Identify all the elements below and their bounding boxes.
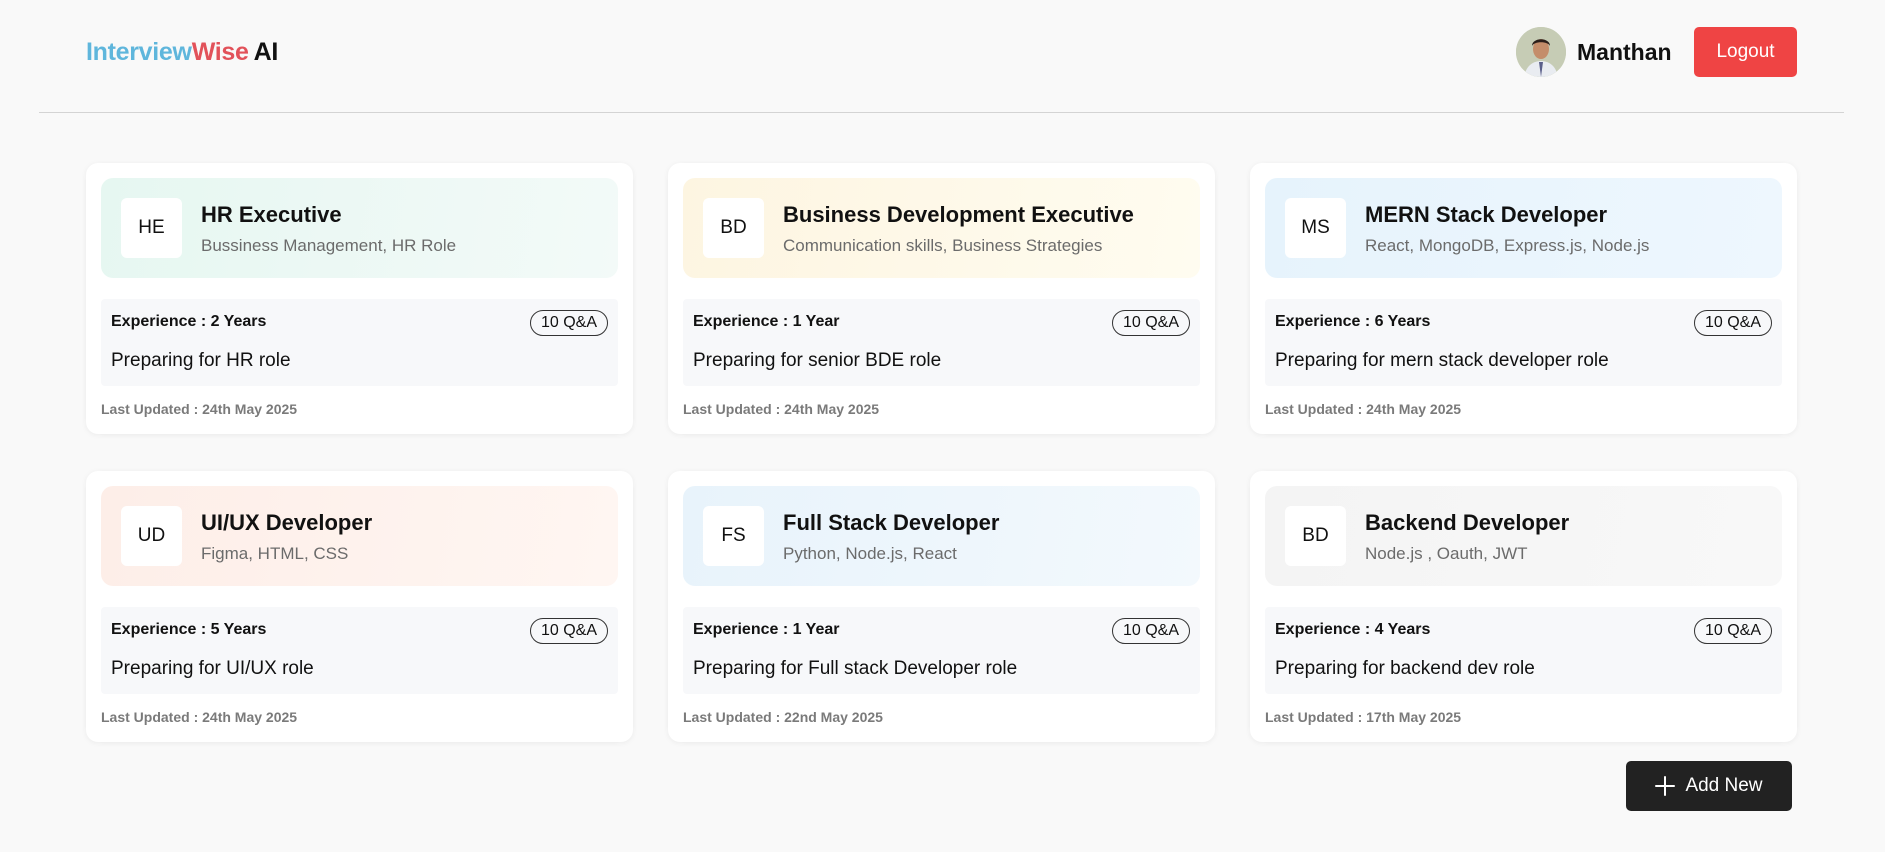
last-updated: Last Updated : 24th May 2025 xyxy=(1265,401,1462,417)
qa-count-badge: 10 Q&A xyxy=(1693,310,1772,336)
last-updated: Last Updated : 22nd May 2025 xyxy=(683,709,883,725)
role-initials-badge: BD xyxy=(1285,506,1346,566)
card-header: BD Backend Developer Node.js , Oauth, JW… xyxy=(1265,486,1782,586)
session-card[interactable]: BD Backend Developer Node.js , Oauth, JW… xyxy=(1250,471,1797,742)
header-divider xyxy=(39,112,1844,113)
session-description: Preparing for backend dev role xyxy=(1275,658,1535,679)
card-details: Experience : 6 Years 10 Q&A Preparing fo… xyxy=(1265,299,1782,386)
add-new-button[interactable]: Add New xyxy=(1626,761,1792,811)
role-title: HR Executive xyxy=(201,202,342,227)
session-description: Preparing for UI/UX role xyxy=(111,658,314,679)
role-topics: Figma, HTML, CSS xyxy=(201,544,349,563)
add-new-label: Add New xyxy=(1685,775,1763,796)
card-header: MS MERN Stack Developer React, MongoDB, … xyxy=(1265,178,1782,278)
role-initials-badge: FS xyxy=(703,506,764,566)
last-updated: Last Updated : 24th May 2025 xyxy=(101,401,298,417)
qa-count-badge: 10 Q&A xyxy=(529,310,608,336)
role-title: UI/UX Developer xyxy=(201,510,373,535)
card-header: BD Business Development Executive Commun… xyxy=(683,178,1200,278)
last-updated: Last Updated : 24th May 2025 xyxy=(101,709,298,725)
role-initials-badge: UD xyxy=(121,506,182,566)
role-title: Backend Developer xyxy=(1365,510,1570,535)
header: InterviewWise AI Manthan Logout xyxy=(0,0,1885,112)
role-initials-badge: MS xyxy=(1285,198,1346,258)
plus-icon xyxy=(1655,776,1676,796)
card-details: Experience : 5 Years 10 Q&A Preparing fo… xyxy=(101,607,618,694)
experience-label: Experience : 1 Year xyxy=(693,621,840,638)
qa-count-badge: 10 Q&A xyxy=(529,618,608,644)
qa-count-badge: 10 Q&A xyxy=(1111,310,1190,336)
experience-label: Experience : 6 Years xyxy=(1275,313,1431,330)
session-card[interactable]: MS MERN Stack Developer React, MongoDB, … xyxy=(1250,163,1797,434)
session-description: Preparing for Full stack Developer role xyxy=(693,658,1018,679)
card-details: Experience : 2 Years 10 Q&A Preparing fo… xyxy=(101,299,618,386)
qa-count-badge: 10 Q&A xyxy=(1693,618,1772,644)
card-details: Experience : 1 Year 10 Q&A Preparing for… xyxy=(683,299,1200,386)
role-topics: Bussiness Management, HR Role xyxy=(201,236,457,255)
logo-ai: AI xyxy=(253,38,279,66)
role-title: Full Stack Developer xyxy=(783,510,1000,535)
role-topics: React, MongoDB, Express.js, Node.js xyxy=(1365,236,1650,255)
last-updated: Last Updated : 17th May 2025 xyxy=(1265,709,1462,725)
logo-wise: Wise xyxy=(191,38,249,66)
role-title: MERN Stack Developer xyxy=(1365,202,1608,227)
session-card[interactable]: UD UI/UX Developer Figma, HTML, CSS Expe… xyxy=(86,471,633,742)
logo-interview: Interview xyxy=(86,38,192,66)
user-profile[interactable]: Manthan xyxy=(1516,27,1672,77)
session-card[interactable]: FS Full Stack Developer Python, Node.js,… xyxy=(668,471,1215,742)
session-description: Preparing for senior BDE role xyxy=(693,350,942,371)
logout-button[interactable]: Logout xyxy=(1694,27,1797,77)
card-details: Experience : 1 Year 10 Q&A Preparing for… xyxy=(683,607,1200,694)
role-title: Business Development Executive xyxy=(783,202,1134,227)
role-topics: Python, Node.js, React xyxy=(783,544,957,563)
role-topics: Node.js , Oauth, JWT xyxy=(1365,544,1528,563)
role-initials-badge: HE xyxy=(121,198,182,258)
experience-label: Experience : 4 Years xyxy=(1275,621,1431,638)
role-topics: Communication skills, Business Strategie… xyxy=(783,236,1103,255)
last-updated: Last Updated : 24th May 2025 xyxy=(683,401,880,417)
experience-label: Experience : 5 Years xyxy=(111,621,267,638)
experience-label: Experience : 2 Years xyxy=(111,313,267,330)
session-card-grid: HE HR Executive Bussiness Management, HR… xyxy=(86,163,1797,742)
qa-count-badge: 10 Q&A xyxy=(1111,618,1190,644)
user-name: Manthan xyxy=(1577,38,1672,65)
session-card[interactable]: BD Business Development Executive Commun… xyxy=(668,163,1215,434)
avatar[interactable] xyxy=(1516,27,1566,77)
card-header: FS Full Stack Developer Python, Node.js,… xyxy=(683,486,1200,586)
avatar-image xyxy=(1516,27,1566,77)
card-header: UD UI/UX Developer Figma, HTML, CSS xyxy=(101,486,618,586)
session-description: Preparing for mern stack developer role xyxy=(1275,350,1609,371)
card-details: Experience : 4 Years 10 Q&A Preparing fo… xyxy=(1265,607,1782,694)
experience-label: Experience : 1 Year xyxy=(693,313,840,330)
session-card[interactable]: HE HR Executive Bussiness Management, HR… xyxy=(86,163,633,434)
role-initials-badge: BD xyxy=(703,198,764,258)
session-description: Preparing for HR role xyxy=(111,350,291,371)
card-header: HE HR Executive Bussiness Management, HR… xyxy=(101,178,618,278)
app-logo[interactable]: InterviewWise AI xyxy=(86,38,278,67)
